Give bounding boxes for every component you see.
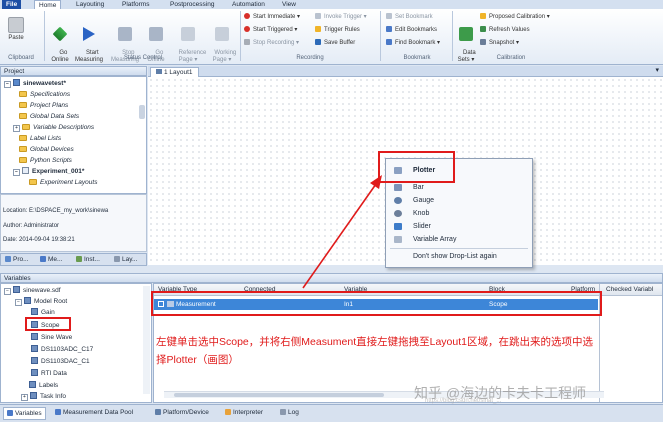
platform-icon xyxy=(155,409,161,415)
variables-tab-icon xyxy=(7,410,13,416)
tab-log[interactable]: Log xyxy=(277,407,302,418)
tab-platform-device[interactable]: Platform/Device xyxy=(152,407,212,418)
bottom-tab-bar: Variables Measurement Data Pool Platform… xyxy=(0,404,663,422)
drag-arrow-line xyxy=(302,183,377,289)
drag-arrow xyxy=(302,175,382,289)
tab-measurement-data-pool[interactable]: Measurement Data Pool xyxy=(52,407,136,418)
tab-interpreter[interactable]: Interpreter xyxy=(222,407,266,418)
log-icon xyxy=(280,409,286,415)
data-pool-icon xyxy=(55,409,61,415)
tab-variables[interactable]: Variables xyxy=(3,407,46,420)
drag-arrow-head xyxy=(370,175,382,189)
interpreter-icon xyxy=(225,409,231,415)
